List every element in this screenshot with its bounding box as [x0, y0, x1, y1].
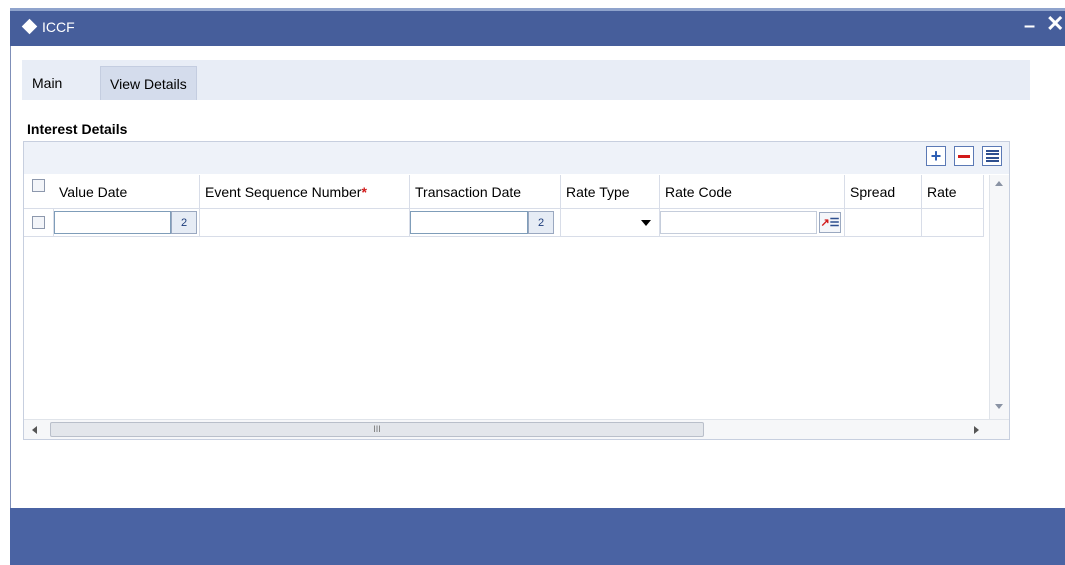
required-marker: *	[361, 184, 367, 200]
column-label-rate-type: Rate Type	[566, 184, 630, 200]
header-transaction-date: Transaction Date	[410, 175, 561, 209]
chevron-down-icon	[641, 220, 651, 226]
window-titlebar: ICCF – ✕	[10, 8, 1065, 46]
tab-main[interactable]: Main	[24, 66, 70, 100]
minus-icon	[958, 154, 970, 158]
column-label-rate-code: Rate Code	[665, 184, 732, 200]
calendar-icon: 2	[180, 216, 188, 229]
value-date-calendar-button[interactable]: 2	[171, 211, 197, 234]
column-label-value-date: Value Date	[59, 184, 128, 200]
delete-row-button[interactable]	[954, 146, 974, 166]
lov-arrow-icon: ↗	[820, 217, 830, 229]
rate-type-select[interactable]	[563, 211, 657, 235]
row-select-checkbox[interactable]	[32, 216, 45, 229]
rate-cell[interactable]	[922, 209, 984, 237]
transaction-date-cell: 2	[410, 209, 561, 237]
tab-view-details[interactable]: View Details	[100, 66, 197, 100]
section-title: Interest Details	[27, 121, 128, 137]
rate-code-lov-button[interactable]: ↗ ☰	[819, 212, 841, 233]
single-record-view-icon	[985, 150, 999, 162]
select-all-checkbox[interactable]	[32, 179, 45, 192]
column-label-transaction-date: Transaction Date	[415, 184, 522, 200]
row-select-cell	[24, 209, 54, 237]
scroll-down-icon[interactable]	[995, 404, 1003, 409]
close-button[interactable]: ✕	[1046, 11, 1064, 37]
window-title: ICCF	[42, 19, 75, 35]
window-left-border	[10, 46, 11, 508]
header-rate-code: Rate Code	[660, 175, 845, 209]
transaction-date-calendar-button[interactable]: 2	[528, 211, 554, 234]
column-label-rate: Rate	[927, 184, 957, 200]
plus-icon: +	[930, 146, 942, 166]
column-label-spread: Spread	[850, 184, 896, 200]
horizontal-scrollbar[interactable]: III	[24, 419, 1009, 439]
spread-cell[interactable]	[845, 209, 922, 237]
scroll-up-icon[interactable]	[995, 181, 1003, 186]
interest-details-grid: + Value Date Event Sequence Number* Tran…	[23, 141, 1010, 440]
rate-code-cell: ↗ ☰	[660, 209, 845, 237]
app-diamond-icon	[21, 18, 38, 35]
scroll-left-icon[interactable]	[32, 426, 37, 434]
horizontal-scroll-thumb[interactable]: III	[50, 422, 704, 437]
event-sequence-number-cell[interactable]	[200, 209, 410, 237]
window-footer	[10, 508, 1065, 565]
rate-code-input[interactable]	[660, 211, 817, 234]
rate-type-cell	[561, 209, 660, 237]
tab-bar: Main View Details	[22, 60, 1030, 100]
vertical-scrollbar[interactable]	[989, 175, 1009, 419]
value-date-input[interactable]	[54, 211, 171, 234]
scroll-right-icon[interactable]	[974, 426, 979, 434]
single-record-view-button[interactable]	[982, 146, 1002, 166]
minimize-button[interactable]: –	[1024, 15, 1035, 38]
table-row: 2 2 ↗ ☰	[24, 209, 984, 237]
grid-toolbar: +	[24, 142, 1009, 174]
column-label-event-sequence-number: Event Sequence Number	[205, 184, 362, 200]
header-spread: Spread	[845, 175, 922, 209]
header-value-date: Value Date	[24, 175, 200, 209]
transaction-date-input[interactable]	[410, 211, 528, 234]
calendar-icon: 2	[537, 216, 545, 229]
header-rate-type: Rate Type	[561, 175, 660, 209]
add-row-button[interactable]: +	[926, 146, 946, 166]
value-date-cell: 2	[54, 209, 200, 237]
header-event-sequence-number: Event Sequence Number*	[200, 175, 410, 209]
grid-header-row: Value Date Event Sequence Number* Transa…	[24, 175, 984, 209]
header-rate: Rate	[922, 175, 984, 209]
list-icon: ☰	[829, 217, 840, 229]
